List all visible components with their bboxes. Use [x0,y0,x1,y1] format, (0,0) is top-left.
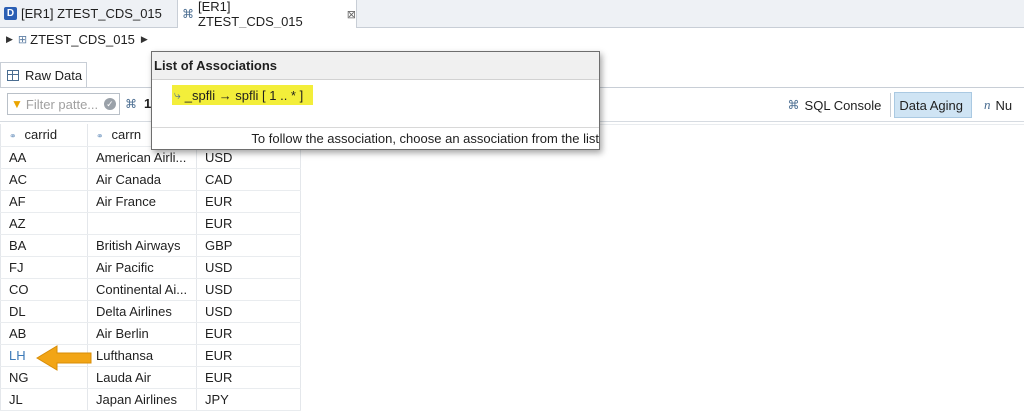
cell-carrname: Air Canada [87,168,197,191]
cell-currcode: EUR [196,190,301,213]
cell-currcode: EUR [196,366,301,389]
sql-console-icon: ⌘ [787,98,800,112]
table-row[interactable]: AC Air Canada CAD [0,168,301,191]
cell-currcode: JPY [196,388,301,411]
cell-currcode: EUR [196,212,301,235]
sql-console-label: SQL Console [804,97,882,113]
cell-carrname [87,212,197,235]
table-empty-area [300,124,1024,414]
column-header-carrid[interactable]: ⚭ carrid [0,124,88,147]
grid-icon [7,69,19,81]
popup-hint: To follow the association, choose an ass… [152,127,599,149]
cell-carrid: CO [0,278,88,301]
cell-currcode: USD [196,256,301,279]
association-label: _spfli → spfli [ 1 .. * ] [184,87,304,103]
cell-carrid: AF [0,190,88,213]
popup-title: List of Associations [152,52,599,80]
editor-tab-label: [ER1] ZTEST_CDS_015 [198,0,303,29]
filter-box: ▼ ✓ [7,93,120,115]
pointer-arrow-icon [36,345,92,371]
expand-triangle-icon[interactable]: ▶ [6,34,13,45]
cell-carrname: Air France [87,190,197,213]
cell-carrid: AC [0,168,88,191]
breadcrumb: ▶ ⊞ ZTEST_CDS_015 ▶ [0,28,1024,50]
cell-carrname: Air Berlin [87,322,197,345]
cell-carrid: JL [0,388,88,411]
association-icon: ⤷ [174,87,181,102]
column-header-label: carrn [111,127,142,143]
cell-currcode: GBP [196,234,301,257]
cell-currcode: CAD [196,168,301,191]
cell-carrid: AB [0,322,88,345]
cds-view-icon: ⌘ [182,7,194,21]
table-row[interactable]: BA British Airways GBP [0,234,301,257]
number-of-entries-button[interactable]: n Nu [972,97,1024,113]
cell-carrid: BA [0,234,88,257]
editor-tab-bar: D [ER1] ZTEST_CDS_015 ⌘ [ER1] ZTEST_CDS_… [0,0,1024,29]
table-row[interactable]: AZ EUR [0,212,301,235]
editor-tab-data-preview[interactable]: ⌘ [ER1] ZTEST_CDS_015 ⊠ [177,0,357,29]
cds-view-icon: ⌘ [125,97,137,111]
filter-input[interactable] [25,96,104,112]
editor-tab-ddl[interactable]: D [ER1] ZTEST_CDS_015 [0,0,176,27]
tab-raw-data[interactable]: Raw Data [0,62,87,87]
cell-currcode: EUR [196,344,301,367]
filter-icon[interactable]: ▼ [11,97,23,111]
association-item[interactable]: ⤷ _spfli → spfli [ 1 .. * ] [172,85,314,105]
data-aging-button[interactable]: Data Aging [894,92,972,118]
cell-carrid: FJ [0,256,88,279]
column-header-label: carrid [24,127,58,143]
sql-console-button[interactable]: ⌘ SQL Console [784,93,892,117]
table-row[interactable]: DL Delta Airlines USD [0,300,301,323]
table-row[interactable]: AB Air Berlin EUR [0,322,301,345]
cell-currcode: EUR [196,322,301,345]
cell-carrname: Air Pacific [87,256,197,279]
association-popup: List of Associations ⤷ _spfli → spfli [ … [151,51,600,150]
clear-filter-icon[interactable]: ✓ [103,98,116,110]
table-row[interactable]: JL Japan Airlines JPY [0,388,301,411]
cell-carrname: Lauda Air [87,366,197,389]
breadcrumb-item[interactable]: ZTEST_CDS_015 [30,32,135,47]
cell-carrname: Continental Ai... [87,278,197,301]
cell-currcode: USD [196,278,301,301]
cell-carrid: DL [0,300,88,323]
cell-carrname: Delta Airlines [87,300,197,323]
toolbar-right: ⌘ SQL Console Data Aging n Nu [784,92,1024,118]
number-icon: n [984,97,991,112]
cell-carrid: AA [0,146,88,169]
cell-carrname: Japan Airlines [87,388,197,411]
number-label: Nu [995,97,1013,113]
data-aging-label: Data Aging [899,97,963,113]
table-row[interactable]: CO Continental Ai... USD [0,278,301,301]
breadcrumb-next-icon[interactable]: ▶ [141,34,148,45]
table-row[interactable]: AF Air France EUR [0,190,301,213]
cell-currcode: USD [196,300,301,323]
table-row[interactable]: FJ Air Pacific USD [0,256,301,279]
cell-carrname: British Airways [87,234,197,257]
ddl-source-icon: D [4,7,17,20]
cell-carrname: Lufthansa [87,344,197,367]
table-icon: ⊞ [17,33,28,46]
editor-tab-label: [ER1] ZTEST_CDS_015 [21,6,162,21]
column-key-icon: ⚭ [96,131,104,142]
column-key-icon: ⚭ [9,131,17,142]
cell-carrid: AZ [0,212,88,235]
close-icon[interactable]: ⊠ [347,8,356,21]
tab-label: Raw Data [25,67,83,83]
